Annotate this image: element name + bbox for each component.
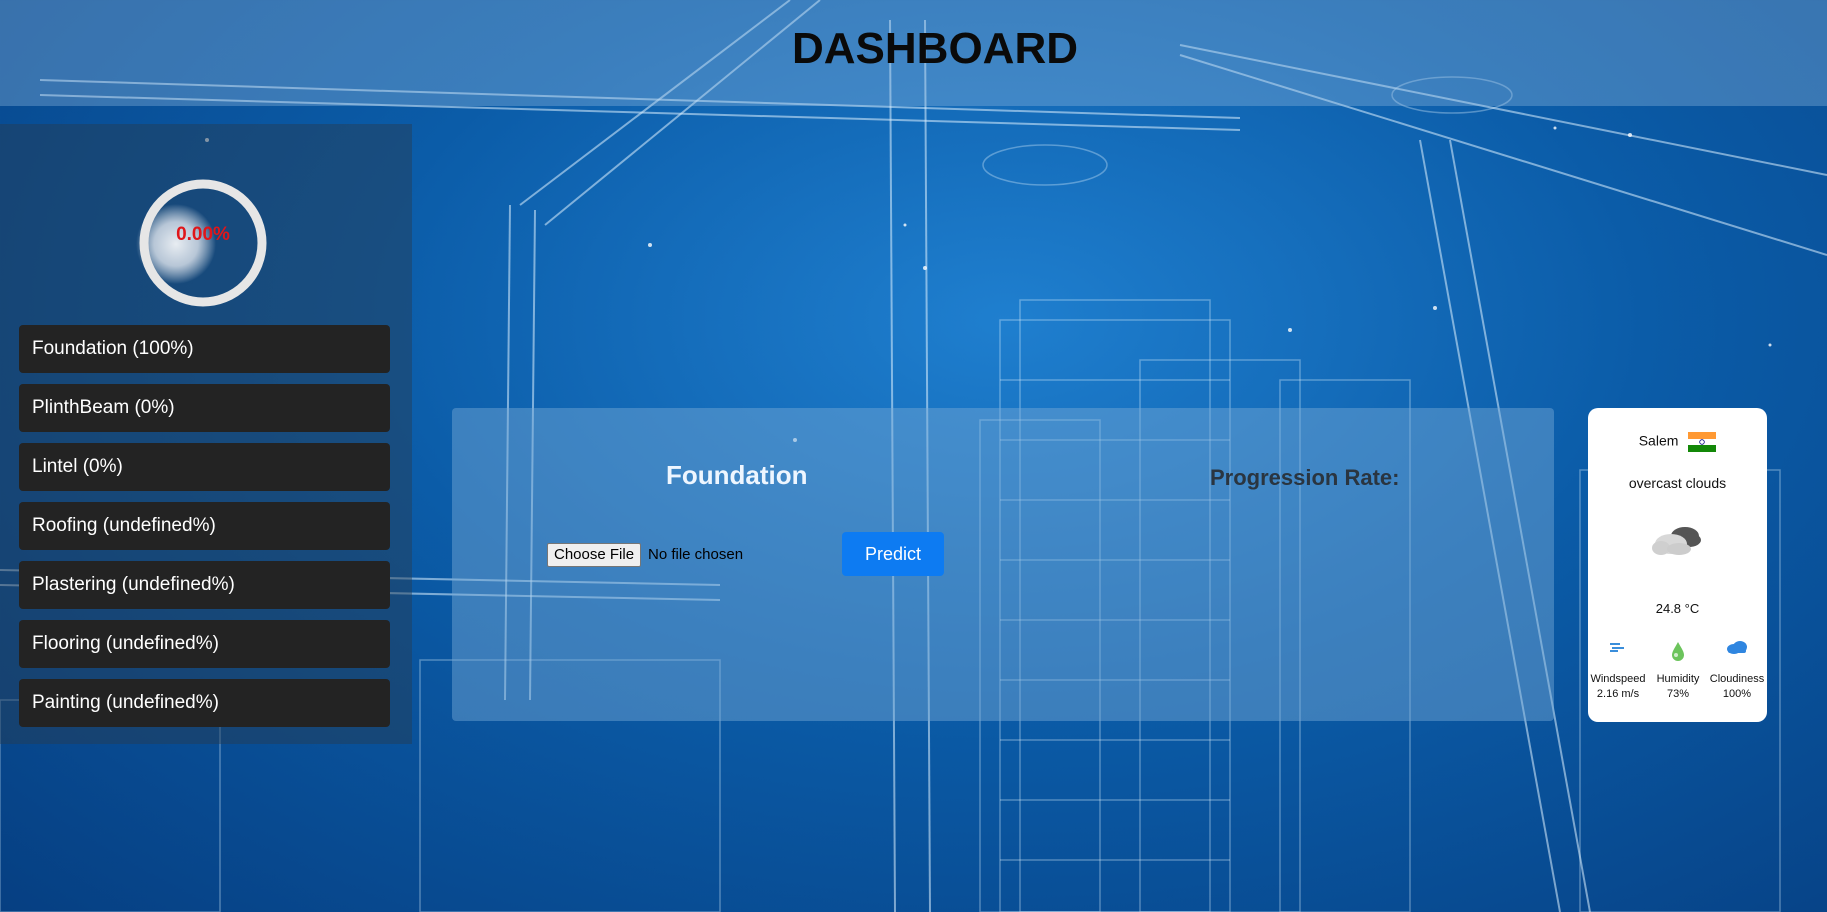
- stage-item-painting[interactable]: Painting (undefined%): [19, 679, 390, 727]
- cloudiness-stat: Cloudiness 100%: [1707, 640, 1767, 700]
- progress-gauge: 0.00%: [132, 172, 272, 312]
- windspeed-value: 2.16 m/s: [1596, 688, 1640, 700]
- choose-file-button[interactable]: Choose File: [547, 543, 642, 567]
- overcast-clouds-icon: [1652, 527, 1701, 555]
- windspeed-label: Windspeed: [1590, 673, 1646, 685]
- cloud-icon: [1727, 641, 1747, 654]
- cloudiness-value: 100%: [1722, 688, 1752, 700]
- prediction-panel: Foundation Progression Rate: Choose File…: [452, 408, 1554, 721]
- temperature-value: 24.8 °C: [1655, 601, 1700, 616]
- page-title: DASHBOARD: [792, 24, 1078, 73]
- weather-description: overcast clouds: [1628, 475, 1727, 491]
- stage-item-plinthbeam[interactable]: PlinthBeam (0%): [19, 384, 390, 432]
- gauge-percent-label: 0.00%: [176, 224, 230, 245]
- stage-item-flooring[interactable]: Flooring (undefined%): [19, 620, 390, 668]
- humidity-stat: Humidity 73%: [1648, 640, 1708, 700]
- sidebar: 0.00% Foundation (100%) PlinthBeam (0%) …: [0, 124, 412, 744]
- india-flag-icon: [1688, 432, 1717, 452]
- humidity-label: Humidity: [1656, 673, 1700, 685]
- wind-icon: [1610, 643, 1624, 652]
- humidity-icon: [1672, 642, 1684, 661]
- cloudiness-label: Cloudiness: [1709, 673, 1765, 685]
- page-header: DASHBOARD: [0, 0, 1827, 106]
- stage-title: Foundation: [666, 460, 808, 490]
- windspeed-stat: Windspeed 2.16 m/s: [1588, 640, 1648, 700]
- city-name: Salem: [1638, 432, 1679, 449]
- stage-item-plastering[interactable]: Plastering (undefined%): [19, 561, 390, 609]
- predict-button[interactable]: Predict: [842, 532, 944, 576]
- humidity-value: 73%: [1666, 688, 1690, 700]
- stage-item-foundation[interactable]: Foundation (100%): [19, 325, 390, 373]
- file-status-text: No file chosen: [648, 546, 744, 563]
- progression-rate-label: Progression Rate:: [1210, 465, 1400, 490]
- weather-location: Salem: [1588, 432, 1767, 452]
- stage-item-lintel[interactable]: Lintel (0%): [19, 443, 390, 491]
- weather-card: Salem overcast clouds 24.8 °C Windspeed …: [1588, 408, 1767, 722]
- stage-item-roofing[interactable]: Roofing (undefined%): [19, 502, 390, 550]
